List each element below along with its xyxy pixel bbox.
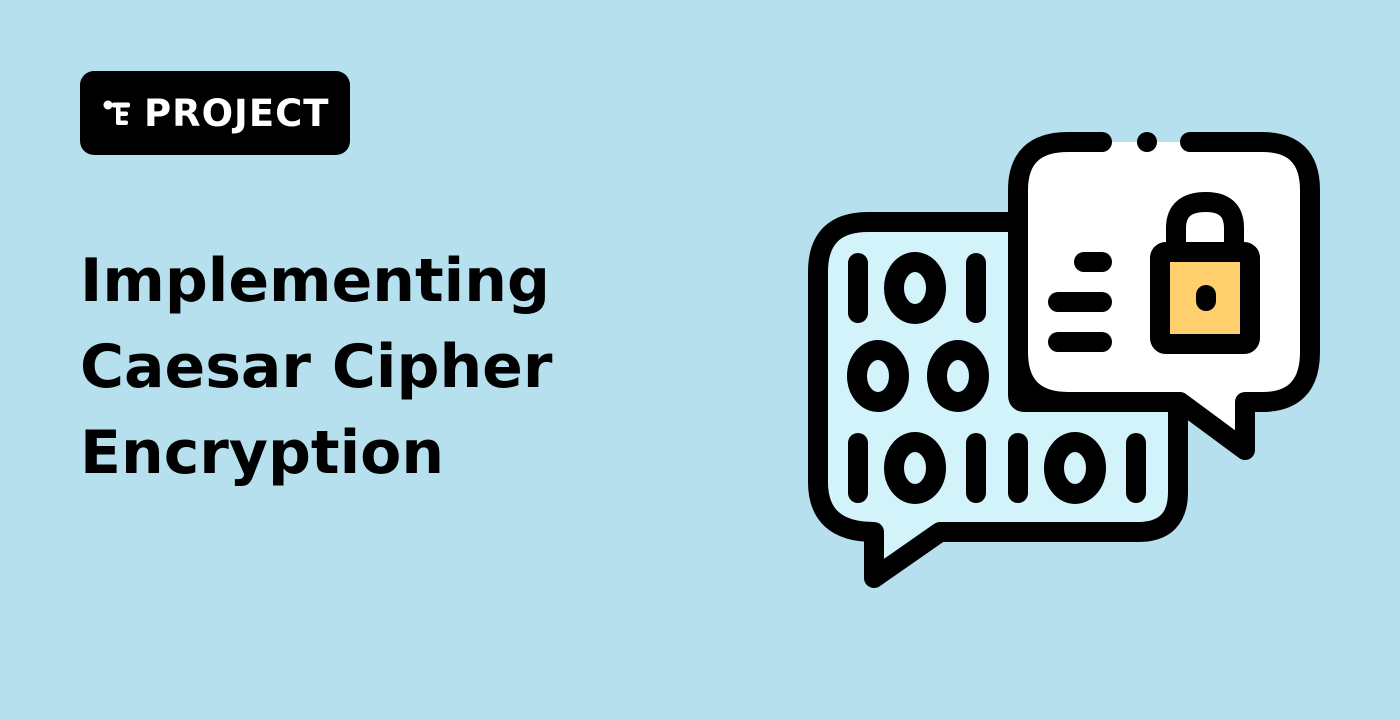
project-badge: PROJECT [80, 71, 350, 155]
title-line-3: Encryption [80, 418, 445, 488]
encrypted-chat-icon [808, 132, 1320, 588]
project-tree-icon [102, 96, 136, 130]
locked-message-bubble [1008, 132, 1320, 460]
title-line-2: Caesar Cipher [80, 332, 553, 402]
page: PROJECT Implementing Caesar Cipher Encry… [0, 0, 1400, 720]
title-line-1: Implementing [80, 246, 550, 316]
project-badge-label: PROJECT [144, 91, 330, 135]
page-title: Implementing Caesar Cipher Encryption [80, 238, 720, 496]
